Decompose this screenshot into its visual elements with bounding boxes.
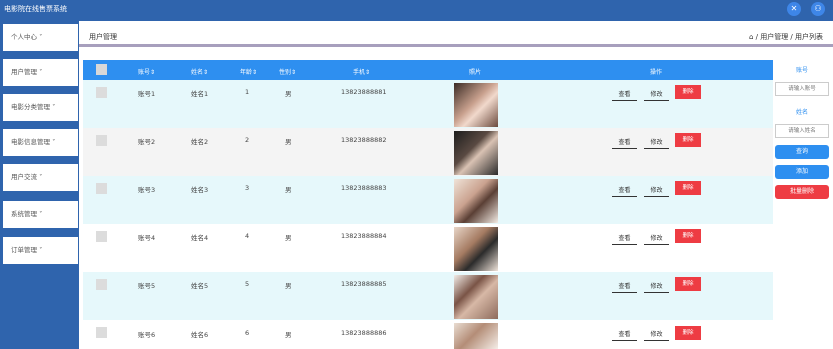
row-checkbox[interactable] (96, 135, 107, 146)
column-header-name[interactable]: 姓名⇕ (191, 67, 208, 76)
add-button[interactable]: 添加 (775, 165, 829, 179)
row-checkbox[interactable] (96, 87, 107, 98)
cell-name: 姓名1 (191, 90, 209, 98)
view-button[interactable]: 查看 (612, 233, 637, 245)
sidebar-item-movie-info[interactable]: 电影信息管理 ˅ (3, 129, 78, 156)
cell-gender: 男 (285, 234, 292, 242)
view-button[interactable]: 查看 (612, 281, 637, 293)
sidebar-item-user-forum[interactable]: 用户交流 ˅ (3, 164, 78, 191)
view-button[interactable]: 查看 (612, 89, 637, 101)
header-strip (79, 18, 833, 21)
user-photo (454, 131, 498, 175)
edit-button[interactable]: 修改 (644, 185, 669, 197)
cell-age: 2 (245, 136, 250, 144)
cell-name: 姓名4 (191, 234, 209, 242)
cell-gender: 男 (285, 282, 292, 290)
delete-button[interactable]: 删除 (675, 85, 701, 99)
cell-account: 账号4 (138, 234, 156, 242)
table-header: 账号⇕ 姓名⇕ 年龄⇕ 性别⇕ 手机⇕ 照片 操作 (83, 60, 773, 80)
view-button[interactable]: 查看 (612, 185, 637, 197)
row-checkbox[interactable] (96, 183, 107, 194)
account-filter-input[interactable]: 请输入账号 (775, 82, 829, 96)
name-filter-input[interactable]: 请输入姓名 (775, 124, 829, 138)
cell-account: 账号2 (138, 138, 156, 146)
batch-delete-button[interactable]: 批量删除 (775, 185, 829, 199)
table-row: 账号1 姓名1 1 男 13823888881 查看 修改 删除 (83, 80, 773, 128)
name-filter-label: 姓名 (795, 109, 808, 116)
row-checkbox[interactable] (96, 327, 107, 338)
delete-button[interactable]: 删除 (675, 277, 701, 291)
cell-phone: 13823888882 (341, 136, 387, 144)
view-button[interactable]: 查看 (612, 137, 637, 149)
user-photo (454, 275, 498, 319)
column-header-phone[interactable]: 手机⇕ (353, 67, 370, 76)
cell-gender: 男 (285, 186, 292, 194)
cell-gender: 男 (285, 331, 292, 339)
top-bar: 电影院在线售票系统 ✕ ⚇ (0, 0, 833, 18)
breadcrumb-path[interactable]: ⌂ / 用户管理 / 用户列表 (749, 32, 823, 42)
user-photo (454, 83, 498, 127)
view-button[interactable]: 查看 (612, 329, 637, 341)
select-all-checkbox[interactable] (96, 64, 107, 75)
delete-button[interactable]: 删除 (675, 133, 701, 147)
delete-button[interactable]: 删除 (675, 181, 701, 195)
cell-gender: 男 (285, 90, 292, 98)
account-filter-label: 账号 (795, 67, 808, 74)
cell-gender: 男 (285, 138, 292, 146)
sidebar-item-user-management[interactable]: 用户管理 ˅ (3, 59, 78, 86)
column-header-age[interactable]: 年龄⇕ (240, 67, 257, 76)
search-button[interactable]: 查询 (775, 145, 829, 159)
edit-button[interactable]: 修改 (644, 233, 669, 245)
sidebar-item-movie-category[interactable]: 电影分类管理 ˅ (3, 94, 78, 121)
table-row: 账号4 姓名4 4 男 13823888884 查看 修改 删除 (83, 224, 773, 272)
cell-account: 账号5 (138, 282, 156, 290)
cell-phone: 13823888886 (341, 329, 387, 337)
cell-age: 4 (245, 232, 250, 240)
sidebar-item-system[interactable]: 系统管理 ˅ (3, 201, 78, 228)
close-icon[interactable]: ✕ (787, 2, 801, 16)
table-row: 账号5 姓名5 5 男 13823888885 查看 修改 删除 (83, 272, 773, 320)
row-checkbox[interactable] (96, 231, 107, 242)
cell-name: 姓名2 (191, 138, 209, 146)
cell-age: 5 (245, 280, 250, 288)
sidebar: 个人中心 ˅ 用户管理 ˅ 电影分类管理 ˅ 电影信息管理 ˅ 用户交流 ˅ 系… (0, 18, 79, 349)
user-icon[interactable]: ⚇ (811, 2, 825, 16)
user-photo (454, 323, 498, 349)
breadcrumb: 用户管理 ⌂ / 用户管理 / 用户列表 (79, 25, 833, 47)
edit-button[interactable]: 修改 (644, 89, 669, 101)
edit-button[interactable]: 修改 (644, 137, 669, 149)
cell-age: 6 (245, 329, 250, 337)
cell-name: 姓名3 (191, 186, 209, 194)
sidebar-item-orders[interactable]: 订单管理 ˅ (3, 237, 78, 264)
cell-name: 姓名5 (191, 282, 209, 290)
page-title: 用户管理 (89, 33, 117, 41)
column-header-photo: 照片 (469, 69, 482, 76)
column-header-gender[interactable]: 性别⇕ (279, 67, 296, 76)
app-title: 电影院在线售票系统 (4, 5, 67, 13)
edit-button[interactable]: 修改 (644, 329, 669, 341)
cell-account: 账号3 (138, 186, 156, 194)
cell-age: 1 (245, 88, 250, 96)
cell-age: 3 (245, 184, 250, 192)
sidebar-item-personal-center[interactable]: 个人中心 ˅ (3, 24, 78, 51)
cell-account: 账号1 (138, 90, 156, 98)
table-row: 账号2 姓名2 2 男 13823888882 查看 修改 删除 (83, 128, 773, 176)
edit-button[interactable]: 修改 (644, 281, 669, 293)
cell-phone: 13823888885 (341, 280, 387, 288)
row-checkbox[interactable] (96, 279, 107, 290)
delete-button[interactable]: 删除 (675, 326, 701, 340)
cell-phone: 13823888884 (341, 232, 387, 240)
cell-name: 姓名6 (191, 331, 209, 339)
cell-phone: 13823888881 (341, 88, 387, 96)
table-row: 账号6 姓名6 6 男 13823888886 查看 修改 删除 (83, 320, 773, 349)
column-header-account[interactable]: 账号⇕ (138, 67, 155, 76)
delete-button[interactable]: 删除 (675, 229, 701, 243)
cell-phone: 13823888883 (341, 184, 387, 192)
table-row: 账号3 姓名3 3 男 13823888883 查看 修改 删除 (83, 176, 773, 224)
cell-account: 账号6 (138, 331, 156, 339)
user-photo (454, 227, 498, 271)
column-header-actions: 操作 (650, 69, 663, 76)
user-photo (454, 179, 498, 223)
